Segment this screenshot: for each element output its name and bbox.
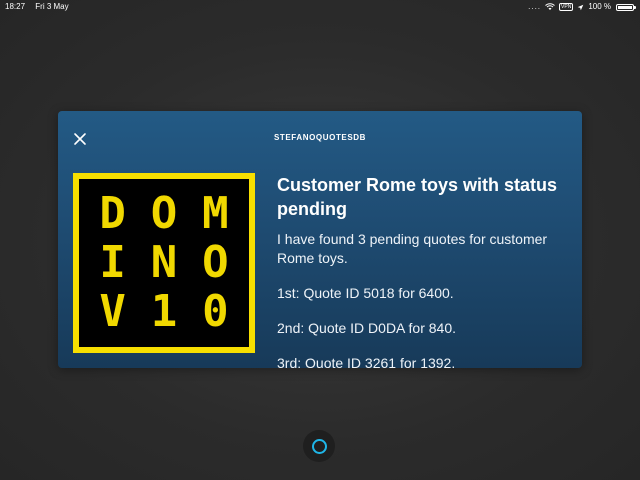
card-content: Customer Rome toys with status pending I… bbox=[277, 173, 569, 368]
close-button[interactable] bbox=[72, 131, 88, 147]
signal-dots: .... bbox=[528, 2, 542, 11]
screen: 18:27 Fri 3 May .... VPN 100 % STEFANOQU… bbox=[0, 0, 640, 480]
battery-percent: 100 % bbox=[588, 2, 611, 11]
location-icon bbox=[578, 4, 584, 10]
body-paragraph: 1st: Quote ID 5018 for 6400. bbox=[277, 285, 454, 301]
logo-char: V bbox=[99, 286, 126, 338]
logo-char: N bbox=[150, 236, 178, 288]
alexa-button[interactable] bbox=[303, 430, 335, 462]
skill-card: STEFANOQUOTESDB D O M I N O V 1 0 Custom… bbox=[58, 111, 582, 368]
logo-char: 0 bbox=[202, 286, 229, 338]
logo-char: O bbox=[202, 236, 229, 288]
alexa-ring-icon bbox=[311, 438, 327, 454]
body-paragraph: 3rd: Quote ID 3261 for 1392. bbox=[277, 355, 456, 368]
vpn-badge: VPN bbox=[559, 3, 574, 11]
logo-char: 1 bbox=[150, 286, 178, 338]
status-time: 18:27 bbox=[5, 2, 26, 11]
logo-grid: D O M I N O V 1 0 bbox=[79, 179, 249, 347]
card-title: Customer Rome toys with status pending bbox=[277, 175, 558, 219]
logo-char: M bbox=[202, 187, 229, 239]
logo-char: D bbox=[99, 187, 126, 239]
logo-char: O bbox=[150, 187, 178, 239]
domino-logo: D O M I N O V 1 0 bbox=[73, 173, 255, 353]
wifi-icon bbox=[545, 3, 555, 10]
body-paragraph: 2nd: Quote ID D0DA for 840. bbox=[277, 320, 456, 336]
logo-char: I bbox=[99, 236, 126, 288]
body-paragraph: I have found 3 pending quotes for custom… bbox=[277, 231, 548, 266]
status-date: Fri 3 May bbox=[35, 2, 69, 11]
status-right: .... VPN 100 % bbox=[528, 0, 636, 14]
card-header: STEFANOQUOTESDB bbox=[273, 133, 367, 142]
status-left: 18:27 Fri 3 May bbox=[5, 0, 69, 14]
battery-icon bbox=[616, 3, 636, 11]
card-body[interactable]: I have found 3 pending quotes for custom… bbox=[277, 230, 569, 368]
status-bar: 18:27 Fri 3 May .... VPN 100 % bbox=[0, 0, 640, 14]
battery-fill bbox=[618, 5, 632, 9]
close-icon bbox=[74, 133, 86, 145]
